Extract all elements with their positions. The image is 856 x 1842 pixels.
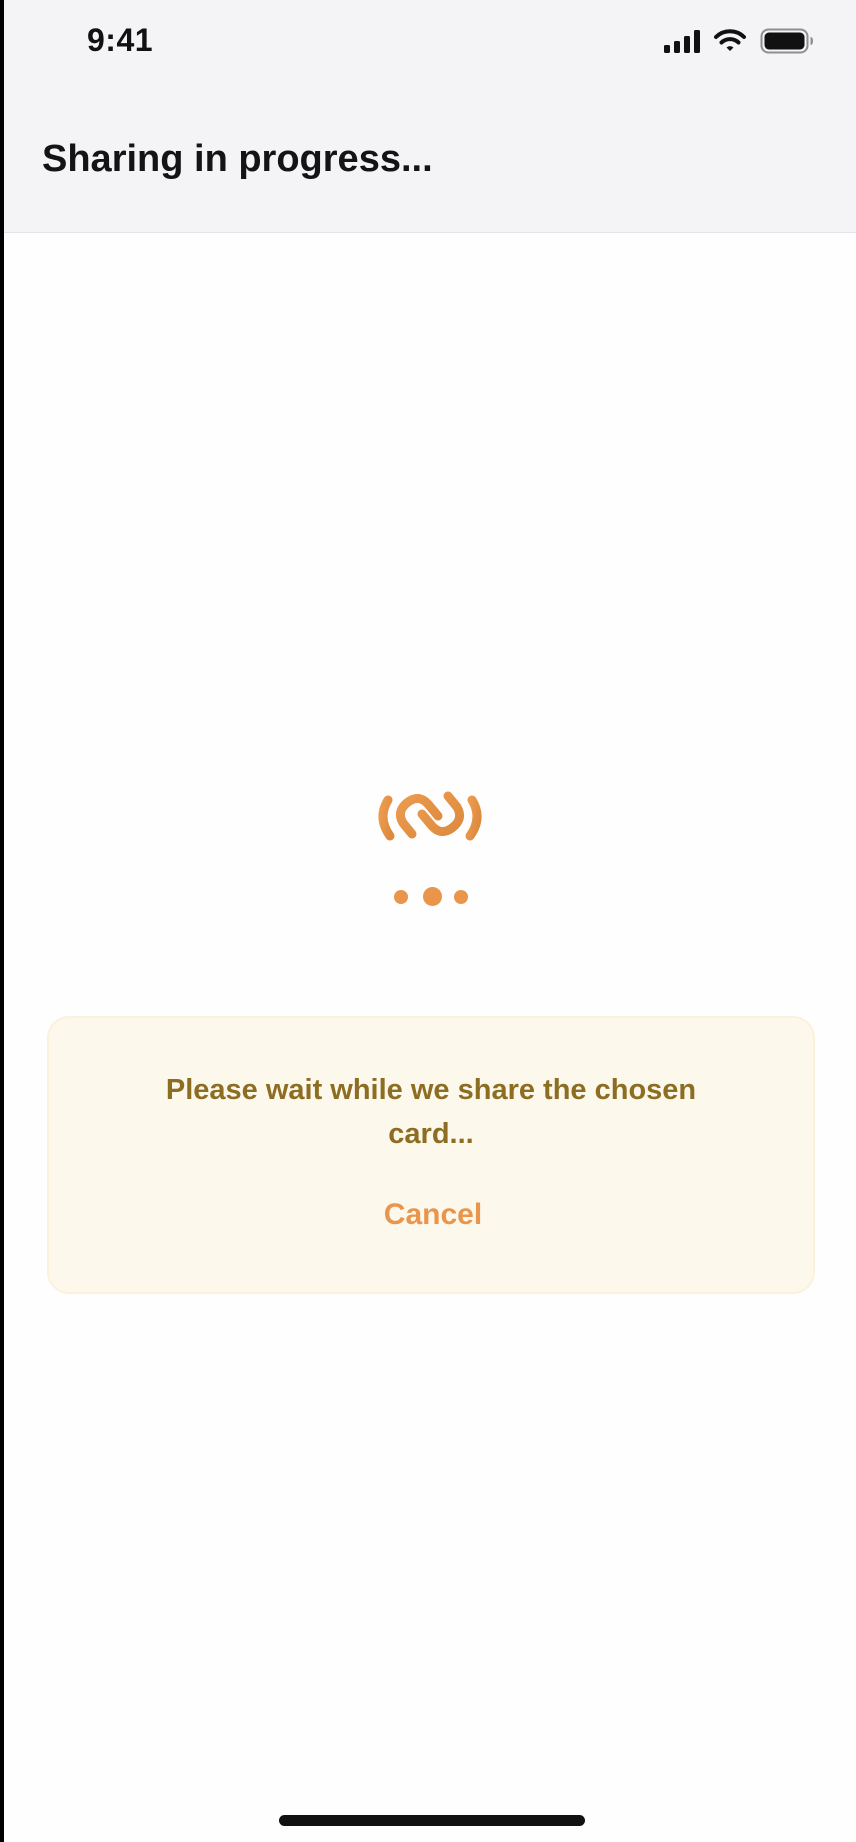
sharing-screen: 9:41 Sharing in progress... Please wait … xyxy=(4,0,856,1842)
sharing-message-card: Please wait while we share the chosen ca… xyxy=(47,1016,815,1294)
cellular-signal-icon xyxy=(664,29,700,53)
page-title: Sharing in progress... xyxy=(42,138,433,180)
cancel-button[interactable]: Cancel xyxy=(333,1190,533,1240)
status-icons xyxy=(664,28,814,54)
wifi-icon xyxy=(714,29,746,51)
home-indicator[interactable] xyxy=(279,1815,585,1826)
battery-icon xyxy=(760,28,813,54)
loading-dot-1 xyxy=(394,890,408,904)
sharing-loader xyxy=(4,780,856,920)
loading-dots xyxy=(394,884,474,908)
navigation-header: 9:41 Sharing in progress... xyxy=(4,0,856,233)
sharing-message: Please wait while we share the chosen ca… xyxy=(165,1074,697,1150)
share-link-icon xyxy=(378,791,482,841)
loading-dot-2 xyxy=(423,887,442,906)
loading-dot-3 xyxy=(454,890,468,904)
status-time: 9:41 xyxy=(87,22,154,58)
